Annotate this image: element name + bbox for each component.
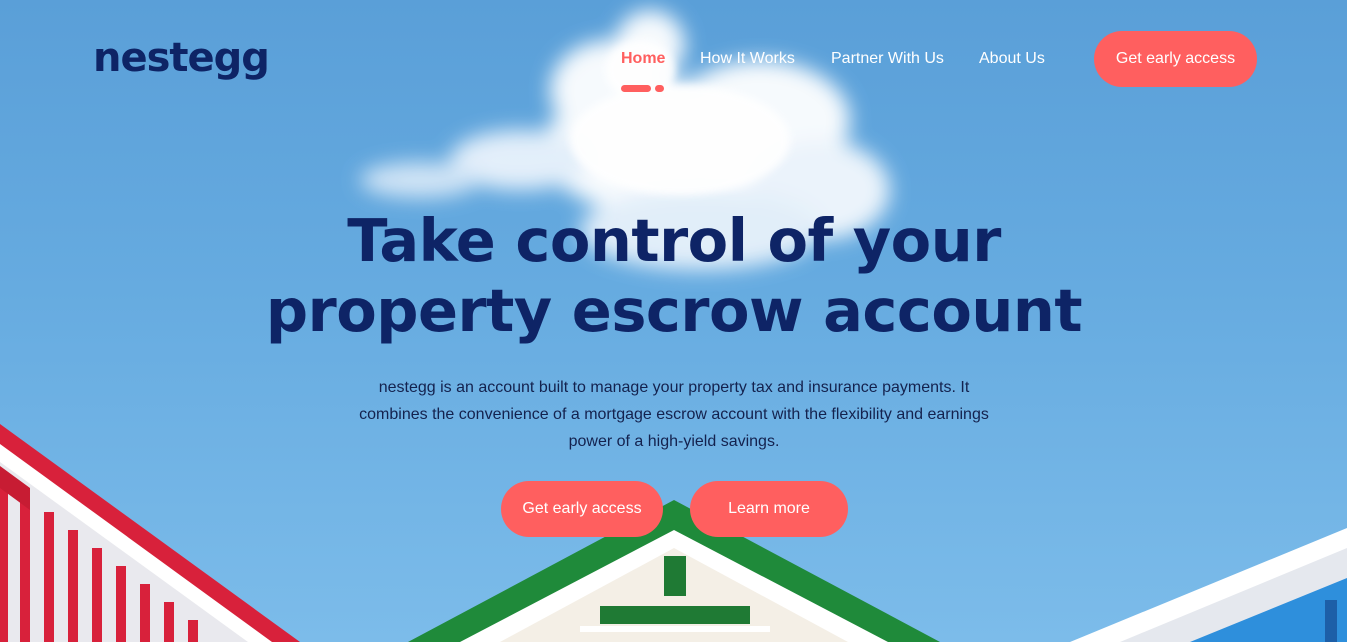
- nav-item-partner-with-us[interactable]: Partner With Us: [831, 50, 944, 68]
- nav-item-home[interactable]: Home: [621, 50, 665, 68]
- active-nav-indicator: [621, 85, 665, 92]
- center-house: [408, 500, 940, 642]
- hero-title-line-1: Take control of your: [347, 206, 1001, 275]
- learn-more-button[interactable]: Learn more: [690, 481, 848, 537]
- header-get-early-access-button[interactable]: Get early access: [1094, 31, 1257, 87]
- hero-title-line-2: property escrow account: [265, 276, 1083, 345]
- hero-description: nestegg is an account built to manage yo…: [359, 379, 989, 450]
- hero-section: nestegg Home How It Works Partner With U…: [0, 0, 1347, 642]
- indicator-bar: [621, 85, 651, 92]
- nav-item-about-us[interactable]: About Us: [979, 50, 1045, 68]
- hero-get-early-access-button[interactable]: Get early access: [501, 481, 663, 537]
- logo[interactable]: nestegg: [93, 38, 270, 78]
- nav-item-how-it-works[interactable]: How It Works: [700, 50, 795, 68]
- indicator-dot: [655, 85, 664, 92]
- left-house: [0, 424, 300, 642]
- hero-title: Take control of your property escrow acc…: [174, 206, 1174, 346]
- right-house: [1070, 528, 1347, 642]
